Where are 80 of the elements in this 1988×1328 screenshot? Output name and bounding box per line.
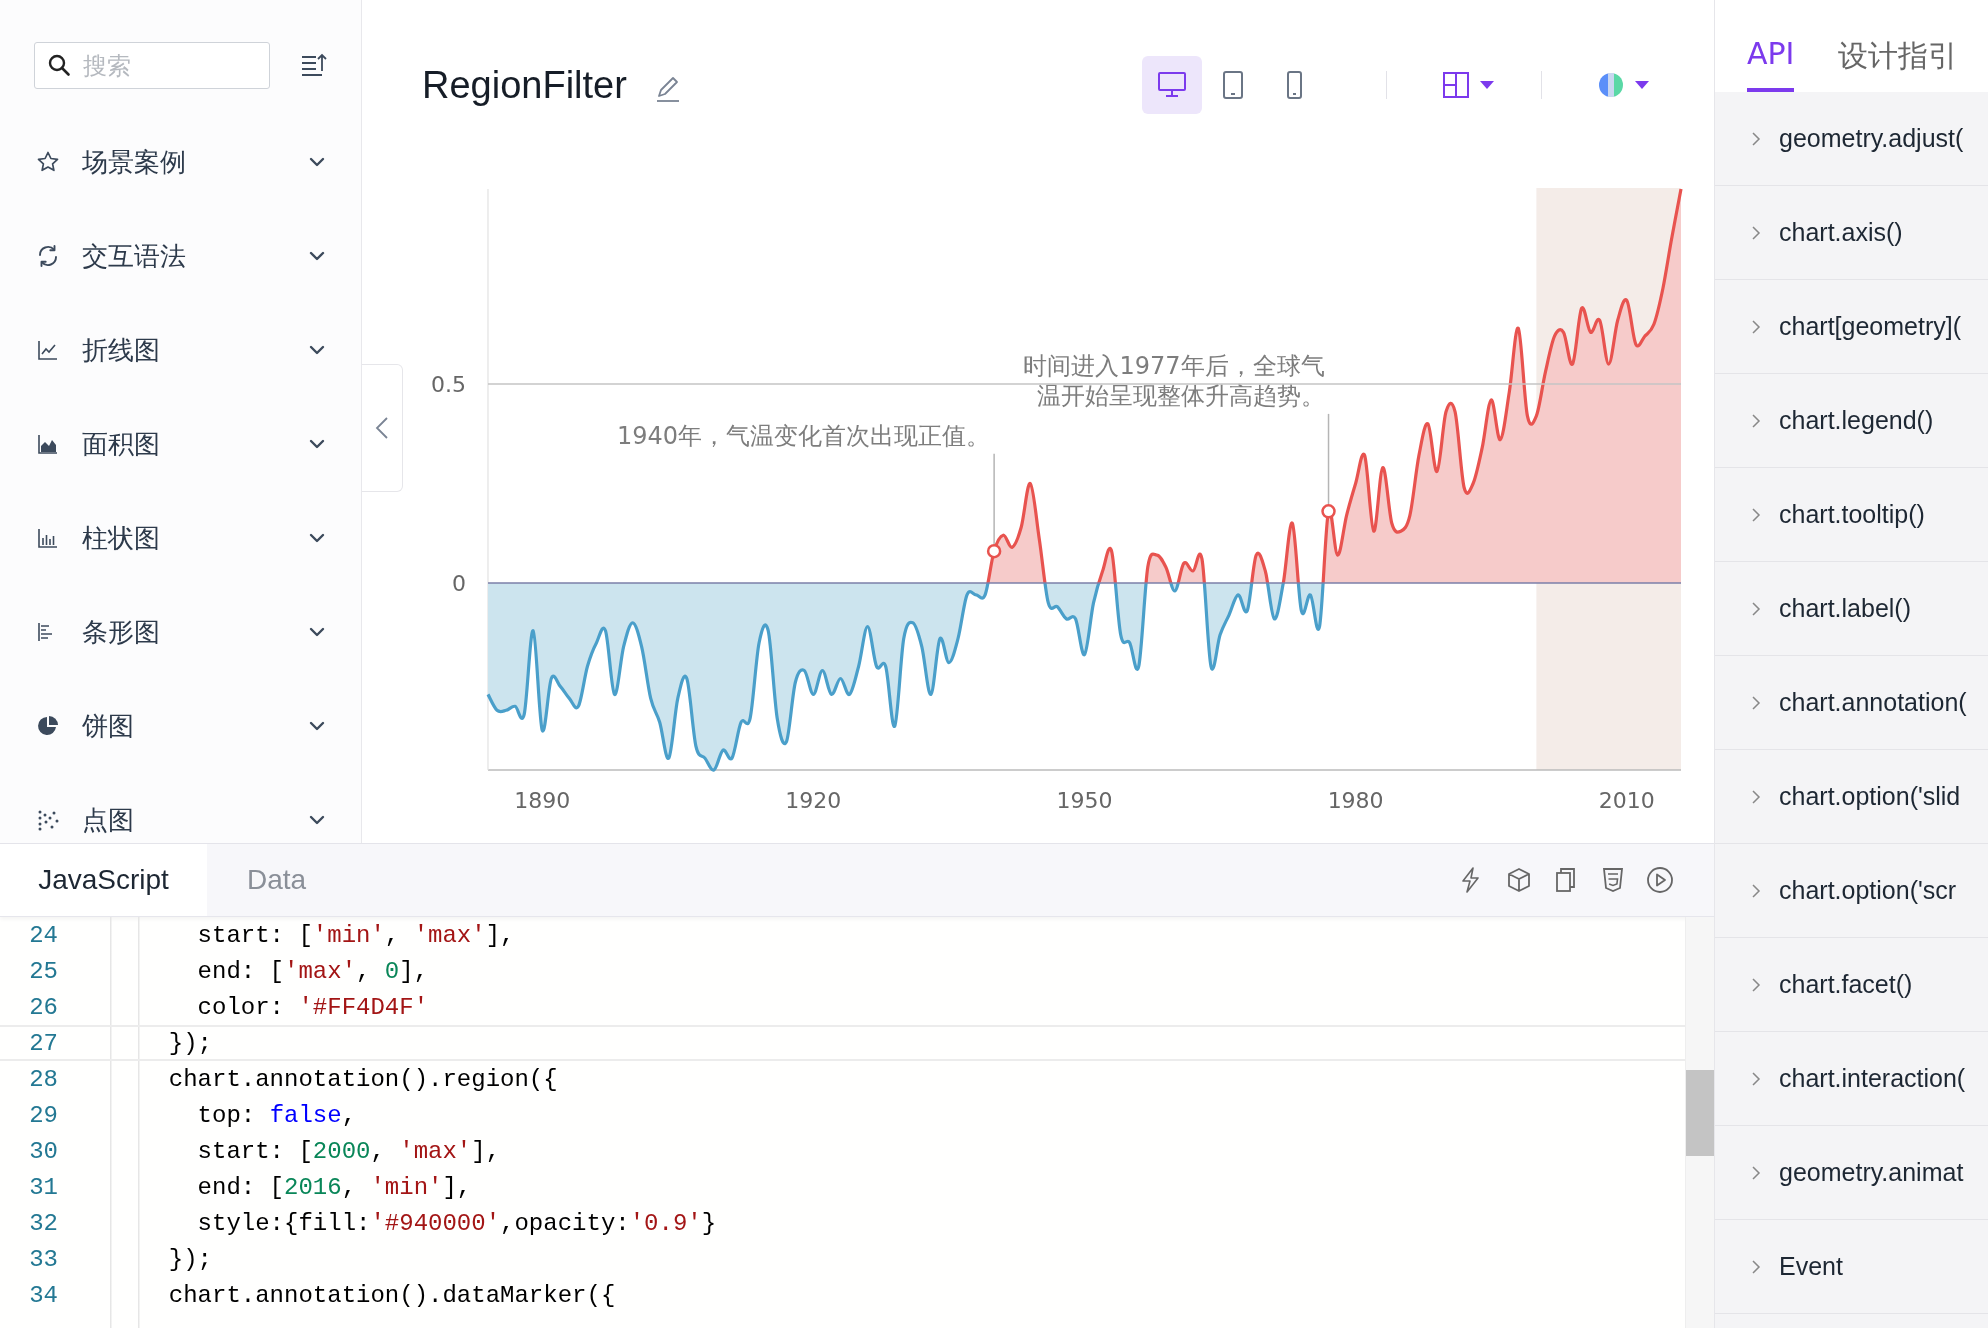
line-number: 28 [28, 1065, 58, 1093]
api-item[interactable]: geometry.adjust( [1715, 92, 1988, 186]
panel-tab[interactable]: 设计指引 [1838, 0, 1959, 92]
search-field[interactable]: 搜索 [34, 42, 270, 89]
device-button[interactable] [1142, 56, 1202, 114]
refresh-icon [36, 244, 60, 268]
sidebar-item[interactable]: 面积图 [0, 397, 361, 491]
star-icon [36, 150, 60, 174]
code-line: top: false, [196, 1101, 357, 1129]
line-number: 24 [28, 921, 58, 949]
scrollbar-thumb[interactable] [1686, 1070, 1714, 1156]
api-item[interactable]: chart.legend() [1715, 374, 1988, 468]
play-icon [1646, 866, 1674, 894]
axis-label: 1980 [1327, 788, 1384, 813]
area-chart-icon [36, 432, 60, 456]
api-item[interactable]: chart.option('slid [1715, 750, 1988, 844]
data-marker [1321, 504, 1336, 519]
axis-label: 1920 [785, 788, 842, 813]
sidebar-item[interactable]: 场景案例 [0, 115, 361, 209]
api-item[interactable]: chart.option('scr [1715, 844, 1988, 938]
sidebar-item[interactable]: 条形图 [0, 585, 361, 679]
api-item[interactable]: chart.axis() [1715, 186, 1988, 280]
api-item[interactable]: chart[geometry]( [1715, 280, 1988, 374]
sort-icon[interactable] [300, 52, 328, 78]
api-item[interactable]: Event [1715, 1220, 1988, 1314]
scrollbar[interactable] [1685, 917, 1714, 1328]
cube-icon [1505, 866, 1533, 894]
line-number: 29 [28, 1101, 58, 1129]
play-button[interactable] [1646, 866, 1674, 894]
code-line: start: ['min', 'max'], [196, 921, 515, 949]
code-line: }); [167, 1029, 212, 1057]
chevron-left-icon [375, 416, 389, 440]
pie-chart-icon [36, 714, 60, 738]
api-item[interactable]: chart.tooltip() [1715, 468, 1988, 562]
axis-label: 0 [452, 570, 466, 596]
api-item[interactable]: chart.interaction( [1715, 1032, 1988, 1126]
annotation-text: 时间进入1977年后，全球气温开始呈现整体升高趋势。 [1023, 351, 1325, 410]
line-chart-icon [36, 338, 60, 362]
scatter-chart-icon [36, 808, 60, 832]
search-icon [47, 53, 71, 77]
sidebar-item[interactable]: 柱状图 [0, 491, 361, 585]
line-number: 25 [28, 957, 58, 985]
sidebar-item[interactable]: 折线图 [0, 303, 361, 397]
api-item[interactable]: chart.annotation( [1715, 656, 1988, 750]
sidebar-item[interactable]: 点图 [0, 773, 361, 843]
axis-label: 2010 [1598, 788, 1655, 813]
theme-icon [1596, 70, 1626, 100]
editor-tab[interactable]: JavaScript [0, 844, 207, 916]
axis-label: 1950 [1056, 788, 1113, 813]
axis-label: 1890 [514, 788, 571, 813]
line-number: 33 [28, 1245, 58, 1273]
column-chart-icon [36, 526, 60, 550]
api-item[interactable]: chart.label() [1715, 562, 1988, 656]
sidebar-item[interactable]: 交互语法 [0, 209, 361, 303]
axis-label: 0.5 [431, 372, 466, 397]
caret-icon [1479, 80, 1495, 90]
line-number: 30 [28, 1137, 58, 1165]
api-item[interactable]: chart.facet() [1715, 938, 1988, 1032]
code-line: start: [2000, 'max'], [196, 1137, 501, 1165]
line-number: 34 [28, 1281, 58, 1309]
page-title: RegionFilter [422, 63, 627, 107]
line-number: 26 [28, 993, 58, 1021]
code-line: chart.annotation().region({ [167, 1065, 558, 1093]
data-marker [986, 543, 1002, 559]
line-number: 27 [28, 1029, 58, 1057]
code-line: end: [2016, 'min'], [196, 1173, 472, 1201]
code-line: end: ['max', 0], [196, 957, 429, 985]
caret-icon [1634, 80, 1650, 90]
code-line: color: '#FF4D4F' [196, 993, 429, 1021]
code-line: chart.annotation().dataMarker({ [167, 1281, 616, 1309]
code-line: }); [167, 1245, 212, 1273]
api-item[interactable]: geometry.animat [1715, 1126, 1988, 1220]
sidebar-item[interactable]: 饼图 [0, 679, 361, 773]
annotation-text: 1940年，气温变化首次出现正值。 [617, 421, 991, 450]
line-number: 32 [28, 1209, 58, 1237]
layout-icon [1441, 70, 1471, 100]
cube-button[interactable] [1505, 866, 1533, 894]
code-line: style:{fill:'#940000',opacity:'0.9'} [196, 1209, 717, 1237]
panel-tab[interactable]: API [1747, 0, 1795, 92]
line-number: 31 [28, 1173, 58, 1201]
